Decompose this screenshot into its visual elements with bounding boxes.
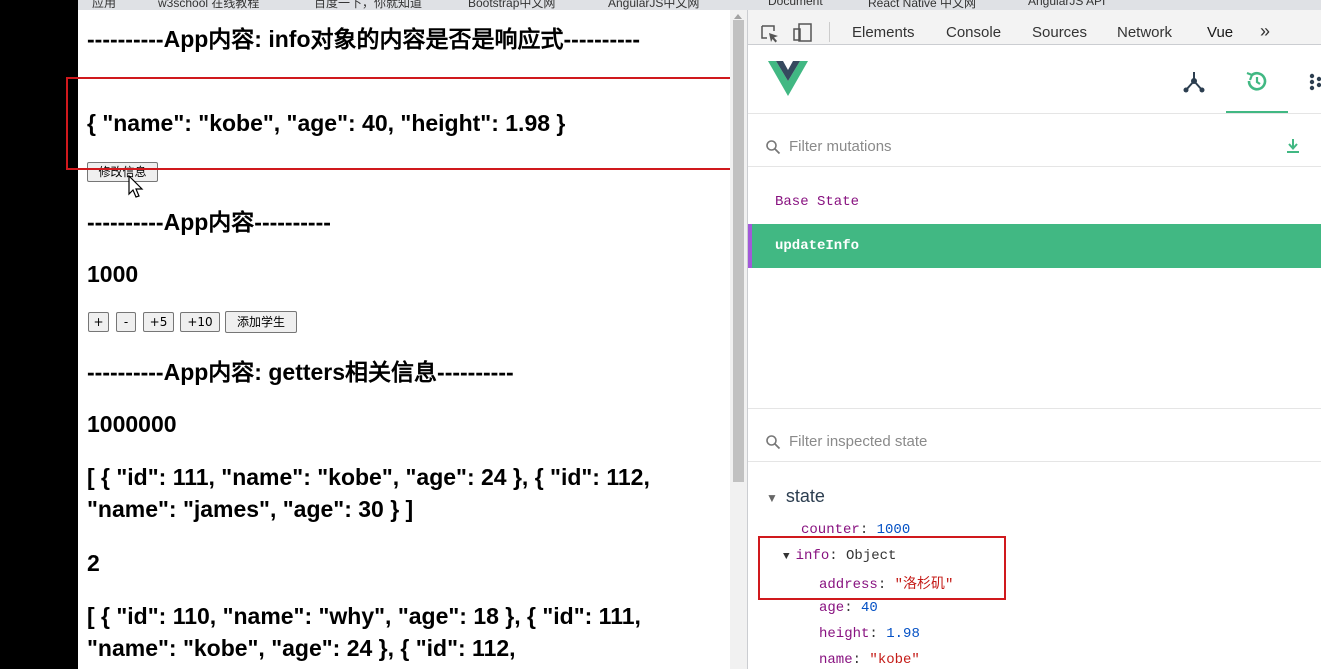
state-height-row: height: 1.98: [819, 626, 920, 642]
settings-icon[interactable]: [1308, 71, 1321, 93]
vue-logo: [768, 61, 808, 96]
name-key: name: [819, 652, 853, 668]
search-icon: [766, 140, 781, 155]
mutation-item-update-info[interactable]: updateInfo: [748, 224, 1321, 268]
filter-state-input[interactable]: Filter inspected state: [789, 433, 927, 450]
vue-devtools-header: [748, 45, 1321, 114]
mutation-item-base-state[interactable]: Base State: [748, 180, 1321, 224]
state-name-row: name: "kobe": [819, 652, 920, 668]
tab-network[interactable]: Network: [1117, 24, 1172, 41]
tab-elements[interactable]: Elements: [852, 24, 915, 41]
export-icon[interactable]: [1286, 138, 1300, 154]
scroll-up-arrow-icon[interactable]: [734, 14, 742, 19]
bookmark-bootstrap[interactable]: Bootstrap中文网: [468, 0, 555, 10]
heading-app: ----------App内容----------: [87, 209, 331, 235]
components-tree-icon[interactable]: [1182, 70, 1206, 94]
filter-mutations-input[interactable]: Filter mutations: [789, 138, 892, 155]
bookmark-angular-api[interactable]: AngularJS API: [1028, 0, 1105, 8]
tab-sources[interactable]: Sources: [1032, 24, 1087, 41]
power-counter-value: 1000000: [87, 411, 177, 437]
students-older-list: [ { "id": 111, "name": "kobe", "age": 24…: [87, 464, 650, 522]
add-10-button[interactable]: +10: [180, 312, 220, 332]
mutation-label: updateInfo: [775, 238, 860, 254]
height-key: height: [819, 626, 870, 642]
heading-info-reactive: ----------App内容: info对象的内容是否是响应式--------…: [87, 26, 641, 52]
students-all-list: [ { "id": 110, "name": "why", "age": 18 …: [87, 603, 641, 661]
filter-state-row: Filter inspected state: [748, 421, 1321, 462]
bookmark-react-native[interactable]: React Native 中文网: [868, 0, 976, 10]
search-icon: [766, 435, 781, 450]
highlight-box-info: [66, 77, 736, 170]
selected-mutation-marker: [748, 224, 752, 268]
state-label: state: [785, 486, 825, 506]
highlight-box-info-state: [758, 536, 1006, 600]
add-student-button[interactable]: 添加学生: [225, 311, 297, 333]
increment-button[interactable]: +: [88, 312, 109, 332]
bookmark-w3school[interactable]: w3school 在线教程: [158, 0, 259, 10]
bookmark-document[interactable]: Document: [768, 0, 823, 8]
toolbar-divider: [829, 22, 830, 42]
tab-console[interactable]: Console: [946, 24, 1001, 41]
bookmark-apps[interactable]: 应用: [92, 0, 116, 10]
older-students-count: 2: [87, 550, 100, 576]
devtools-tabbar: Elements Console Sources Network Vue »: [748, 10, 1321, 45]
heading-getters: ----------App内容: getters相关信息----------: [87, 359, 514, 385]
name-value: "kobe": [869, 652, 920, 668]
device-toggle-icon[interactable]: [792, 22, 814, 44]
age-value: 40: [861, 600, 878, 616]
height-value: 1.98: [886, 626, 920, 642]
state-section-header[interactable]: ▼ state: [766, 486, 825, 507]
panel-splitter[interactable]: [748, 408, 1321, 409]
mutation-label: Base State: [775, 194, 860, 210]
decrement-button[interactable]: -: [116, 312, 136, 332]
add-5-button[interactable]: +5: [143, 312, 174, 332]
bookmark-baidu[interactable]: 百度一下，你就知道: [314, 0, 422, 10]
bookmarks-bar: 应用 w3school 在线教程 百度一下，你就知道 Bootstrap中文网 …: [78, 0, 1321, 10]
age-key: age: [819, 600, 845, 616]
bookmark-angularjs[interactable]: AngularJS中文网: [608, 0, 699, 10]
caret-down-icon[interactable]: ▼: [766, 491, 778, 505]
history-icon[interactable]: [1244, 68, 1270, 94]
state-age-row: age: 40: [819, 600, 878, 616]
page-scrollbar-thumb[interactable]: [733, 20, 744, 482]
tab-vue[interactable]: Vue: [1207, 24, 1233, 41]
cursor-icon: [128, 175, 144, 198]
filter-mutations-row: Filter mutations: [748, 126, 1321, 167]
history-tab-underline: [1226, 111, 1288, 113]
inspect-icon[interactable]: [760, 24, 780, 44]
counter-value: 1000: [87, 261, 139, 287]
more-tabs-icon[interactable]: »: [1260, 21, 1270, 42]
